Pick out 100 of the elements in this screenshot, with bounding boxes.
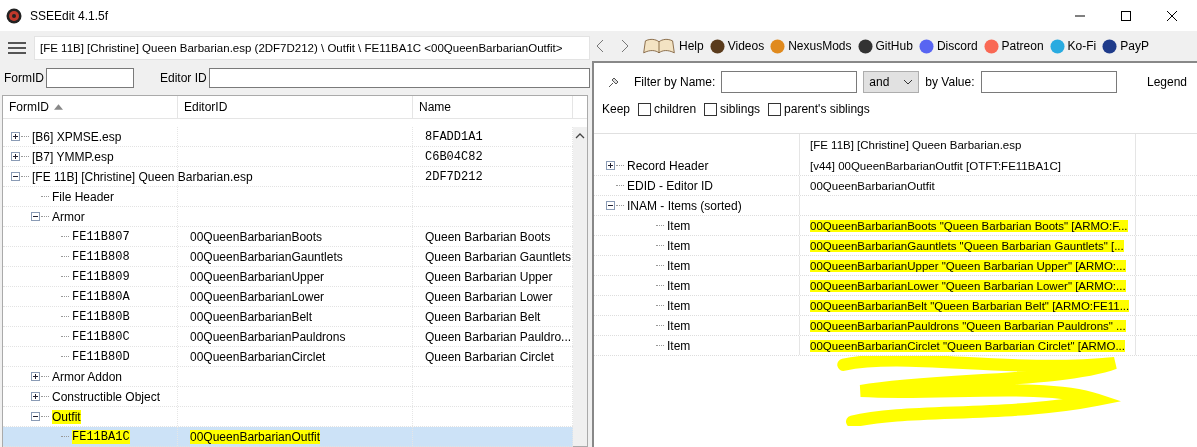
expander-icon[interactable] — [11, 172, 20, 181]
window-title: SSEEdit 4.1.5f — [30, 8, 109, 23]
field-value: 00QueenBarbarianLower "Queen Barbarian Lower" [ARMO:... — [810, 279, 1126, 292]
editor-id-cell: 00QueenBarbarianPauldrons — [190, 329, 346, 344]
operator-dropdown[interactable]: and — [863, 71, 920, 93]
editor-id-cell: 00QueenBarbarianUpper — [190, 269, 325, 284]
pin-icon[interactable] — [608, 76, 620, 88]
toolbar-link[interactable]: Help — [679, 39, 704, 53]
expander-icon[interactable] — [606, 201, 615, 210]
expander-icon[interactable] — [31, 412, 40, 421]
expander-icon[interactable] — [31, 372, 40, 381]
scroll-up-icon[interactable] — [575, 133, 585, 139]
field-label[interactable]: Item — [667, 238, 691, 253]
expander-icon[interactable] — [606, 161, 615, 170]
filter-value-label: by Value: — [925, 75, 975, 89]
tree-node-label[interactable]: Armor — [52, 209, 85, 224]
forward-icon[interactable] — [621, 39, 629, 53]
editor-id-field[interactable] — [208, 68, 590, 88]
tree-node-label[interactable]: Constructible Object — [52, 389, 161, 404]
field-label[interactable]: INAM - Items (sorted) — [627, 198, 742, 213]
checkbox[interactable] — [638, 102, 652, 116]
editor-id-label: Editor ID — [160, 71, 207, 85]
tree-node-label[interactable]: File Header — [52, 189, 115, 204]
form-id-label: FormID — [4, 71, 44, 85]
editor-id-cell: 00QueenBarbarianBoots — [190, 229, 323, 244]
app-logo-icon — [6, 7, 22, 24]
keep-label: Keep — [602, 102, 631, 116]
field-label[interactable]: Item — [667, 298, 691, 313]
expander-icon[interactable] — [11, 132, 20, 141]
name-cell: C6B04C82 — [425, 149, 483, 164]
tree-node-label[interactable]: Outfit — [52, 409, 81, 424]
field-label[interactable]: Item — [667, 338, 691, 353]
field-label[interactable]: Record Header — [627, 158, 709, 173]
field-value: 00QueenBarbarianCirclet "Queen Barbarian Circlet" [ARMO... — [810, 339, 1125, 352]
filter-name-label: Filter by Name: — [634, 75, 716, 89]
name-cell: Queen Barbarian Boots — [425, 229, 551, 244]
editor-id-cell: 00QueenBarbarianBelt — [190, 309, 313, 324]
scrollbar[interactable] — [573, 127, 587, 446]
book-icon[interactable] — [642, 36, 676, 56]
menu-icon[interactable] — [8, 42, 26, 54]
chevron-down-icon — [903, 79, 914, 85]
form-id-cell: FE11B80D — [72, 349, 130, 364]
column-header[interactable]: FormID — [3, 96, 178, 118]
checkbox[interactable] — [704, 102, 718, 116]
name-cell: Queen Barbarian Circlet — [425, 349, 554, 364]
checkbox[interactable] — [768, 102, 782, 116]
toolbar-link[interactable]: Patreon — [1001, 39, 1044, 53]
filter-name-field[interactable] — [721, 71, 858, 93]
maximize-icon[interactable] — [1121, 10, 1131, 21]
filter-value-field[interactable] — [980, 71, 1117, 93]
field-value: 00QueenBarbarianGauntlets "Queen Barbarian Gauntlets" [... — [810, 239, 1124, 252]
form-id-field[interactable] — [46, 68, 134, 88]
form-id-cell: FE11B807 — [72, 229, 130, 244]
editor-id-cell: 00QueenBarbarianOutfit — [190, 429, 321, 444]
field-label[interactable]: Item — [667, 218, 691, 233]
name-cell: Queen Barbarian Pauldro... — [425, 329, 572, 344]
tree-node-label[interactable]: Armor Addon — [52, 369, 123, 384]
checkbox-label[interactable]: siblings — [720, 102, 761, 116]
field-value: 00QueenBarbarianPauldrons "Queen Barbarian Pauldrons" ... — [810, 319, 1126, 332]
field-value: [v44] 00QueenBarbarianOutfit [OTFT:FE11BA1C] — [810, 159, 1061, 172]
toolbar-link[interactable]: NexusMods — [788, 39, 852, 53]
path-field[interactable]: [FE 11B] [Christine] Queen Barbarian.esp (2DF7D212) \ Outfit \ FE11BA1C <00QueenBarbarianOutfit> — [34, 36, 590, 60]
field-value: 00QueenBarbarianOutfit — [810, 179, 935, 192]
tree-node-label[interactable]: [FE 11B] [Christine] Queen Barbarian.esp — [32, 169, 253, 184]
name-cell: Queen Barbarian Belt — [425, 309, 541, 324]
field-value: 00QueenBarbarianUpper "Queen Barbarian Upper" [ARMO:... — [810, 259, 1126, 272]
checkbox-label[interactable]: parent's siblings — [784, 102, 870, 116]
form-id-cell: FE11B808 — [72, 249, 130, 264]
back-icon[interactable] — [596, 39, 604, 53]
checkbox-label[interactable]: children — [654, 102, 697, 116]
form-id-cell: FE11B809 — [72, 269, 130, 284]
expander-icon[interactable] — [31, 392, 40, 401]
editor-id-cell: 00QueenBarbarianCirclet — [190, 349, 326, 364]
selected-row[interactable]: FE11BA1C 00QueenBarbarianOutfit — [3, 427, 573, 447]
name-cell: 2DF7D212 — [425, 169, 483, 184]
expander-icon[interactable] — [31, 212, 40, 221]
name-cell: Queen Barbarian Upper — [425, 269, 553, 284]
legend-link[interactable]: Legend — [1146, 75, 1187, 89]
editor-id-cell: 00QueenBarbarianLower — [190, 289, 325, 304]
form-id-cell: FE11B80B — [72, 309, 130, 324]
toolbar-link[interactable]: PayP — [1120, 39, 1149, 53]
toolbar-link[interactable]: Videos — [727, 39, 765, 53]
field-label[interactable]: Item — [667, 318, 691, 333]
sort-up-icon — [54, 104, 63, 110]
column-header[interactable]: Name — [413, 96, 573, 118]
name-cell: 8FADD1A1 — [425, 129, 483, 144]
column-header: [FE 11B] [Christine] Queen Barbarian.esp — [800, 134, 1136, 156]
expander-icon[interactable] — [11, 152, 20, 161]
close-icon[interactable] — [1167, 10, 1177, 21]
toolbar-link[interactable]: Discord — [936, 39, 978, 53]
column-header[interactable]: EditorID — [178, 96, 413, 118]
field-label[interactable]: Item — [667, 278, 691, 293]
form-id-cell: FE11B80A — [72, 289, 130, 304]
name-cell: Queen Barbarian Lower — [425, 289, 553, 304]
field-label[interactable]: Item — [667, 258, 691, 273]
field-label[interactable]: EDID - Editor ID — [627, 178, 713, 193]
toolbar-link[interactable]: Ko-Fi — [1067, 39, 1097, 53]
tree-node-label[interactable]: [B6] XPMSE.esp — [32, 129, 122, 144]
tree-node-label[interactable]: [B7] YMMP.esp — [32, 149, 114, 164]
toolbar-link[interactable]: GitHub — [875, 39, 913, 53]
